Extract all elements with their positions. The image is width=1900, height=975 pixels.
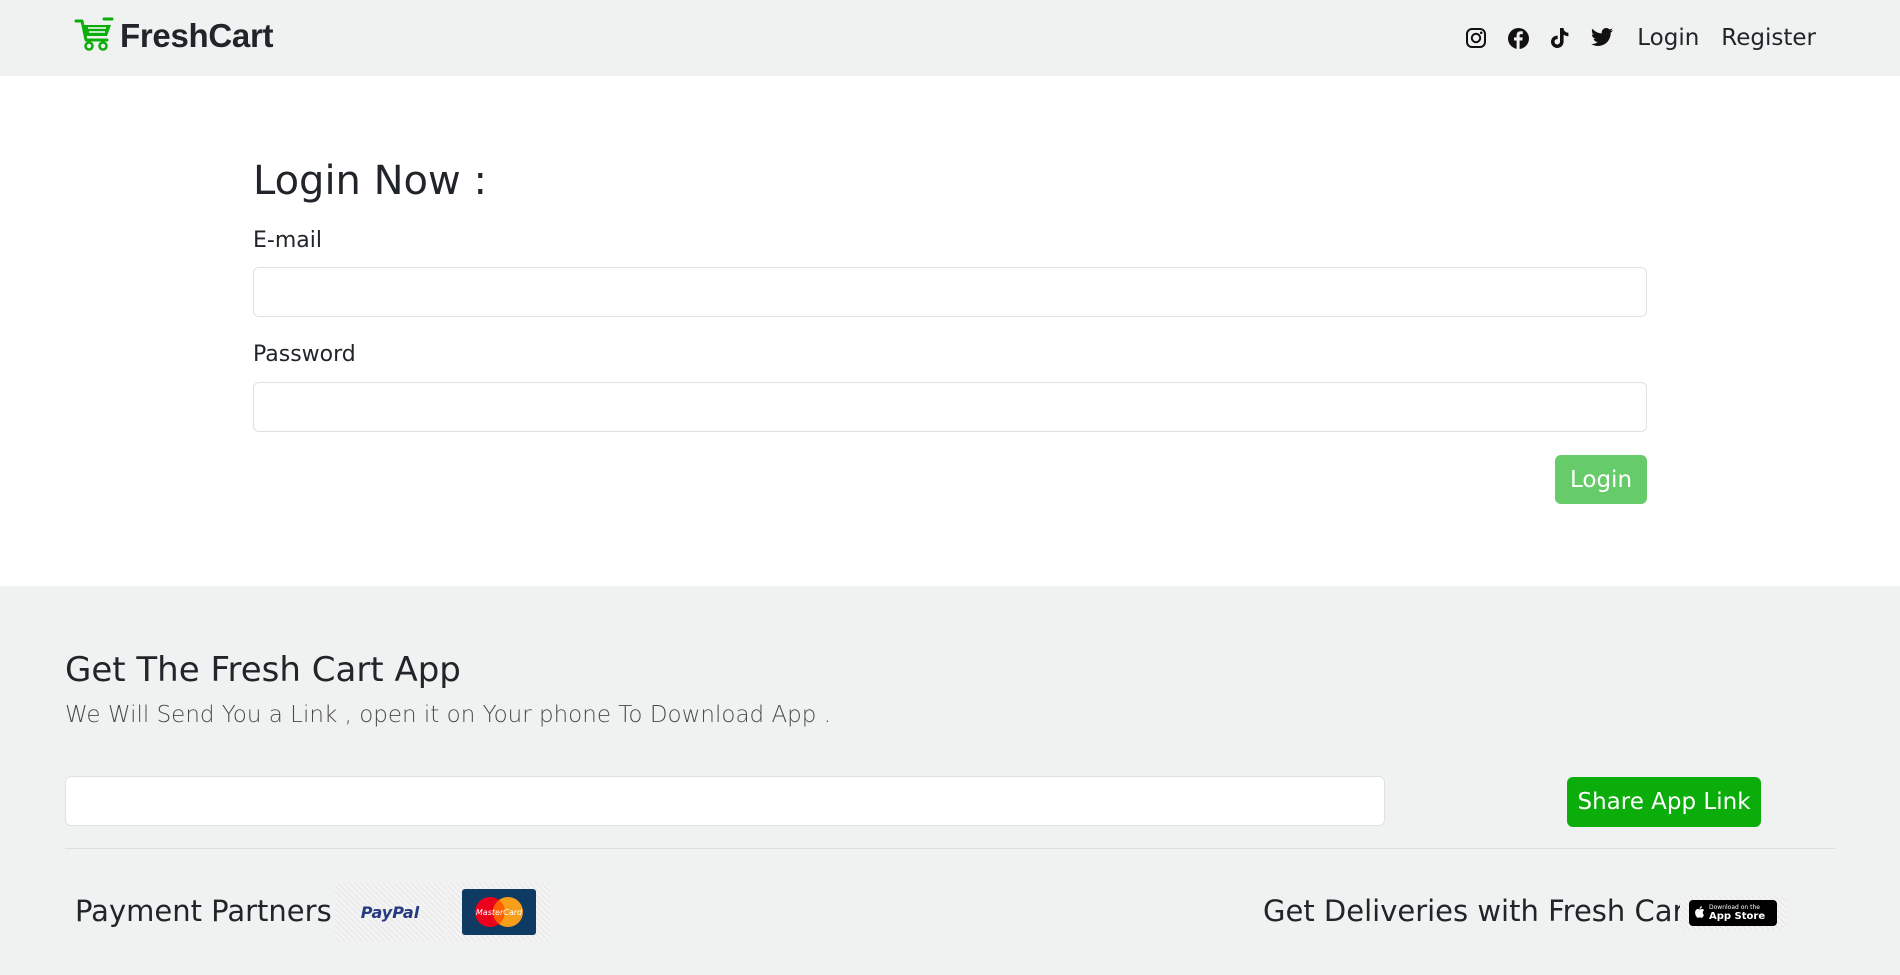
apple-icon xyxy=(1693,904,1705,923)
brand-logo[interactable]: FreshCart xyxy=(74,16,273,56)
mastercard-logo: MasterCard xyxy=(448,883,550,941)
app-section-title: Get The Fresh Cart App xyxy=(65,650,461,690)
app-store-big-text: App Store xyxy=(1709,911,1766,922)
login-button[interactable]: Login xyxy=(1555,455,1647,504)
app-section-subtitle: We Will Send You a Link , open it on You… xyxy=(65,702,832,728)
svg-text:MasterCard: MasterCard xyxy=(476,908,523,917)
twitter-icon[interactable] xyxy=(1589,25,1615,51)
app-store-badge[interactable]: Download on the App Store xyxy=(1680,896,1786,930)
brand-name: FreshCart xyxy=(120,17,274,54)
password-field[interactable] xyxy=(253,382,1647,432)
app-store-button[interactable]: Download on the App Store xyxy=(1689,900,1777,926)
shopping-cart-icon xyxy=(74,16,114,56)
instagram-icon[interactable] xyxy=(1463,25,1489,51)
payment-partners-label: Payment Partners xyxy=(75,894,332,928)
email-label: E-mail xyxy=(253,228,322,253)
password-label: Password xyxy=(253,342,356,367)
navbar: FreshCart Login Register xyxy=(0,0,1900,76)
nav-right: Login Register xyxy=(1463,18,1816,58)
facebook-icon[interactable] xyxy=(1505,25,1531,51)
app-link-email-field[interactable] xyxy=(65,776,1385,826)
footer: Get The Fresh Cart App We Will Send You … xyxy=(0,586,1900,975)
share-app-link-button[interactable]: Share App Link xyxy=(1567,777,1761,827)
app-store-small-text: Download on the xyxy=(1709,904,1760,911)
page-title: Login Now : xyxy=(253,158,487,204)
email-field[interactable] xyxy=(253,267,1647,317)
paypal-logo: PayPal xyxy=(335,883,445,941)
deliveries-label: Get Deliveries with Fresh Cart xyxy=(1263,894,1696,928)
nav-login-link[interactable]: Login xyxy=(1637,25,1699,51)
login-form: Login Now : E-mail Password Login xyxy=(253,155,1647,504)
tiktok-icon[interactable] xyxy=(1547,25,1573,51)
footer-divider xyxy=(65,848,1835,849)
nav-register-link[interactable]: Register xyxy=(1721,25,1816,51)
